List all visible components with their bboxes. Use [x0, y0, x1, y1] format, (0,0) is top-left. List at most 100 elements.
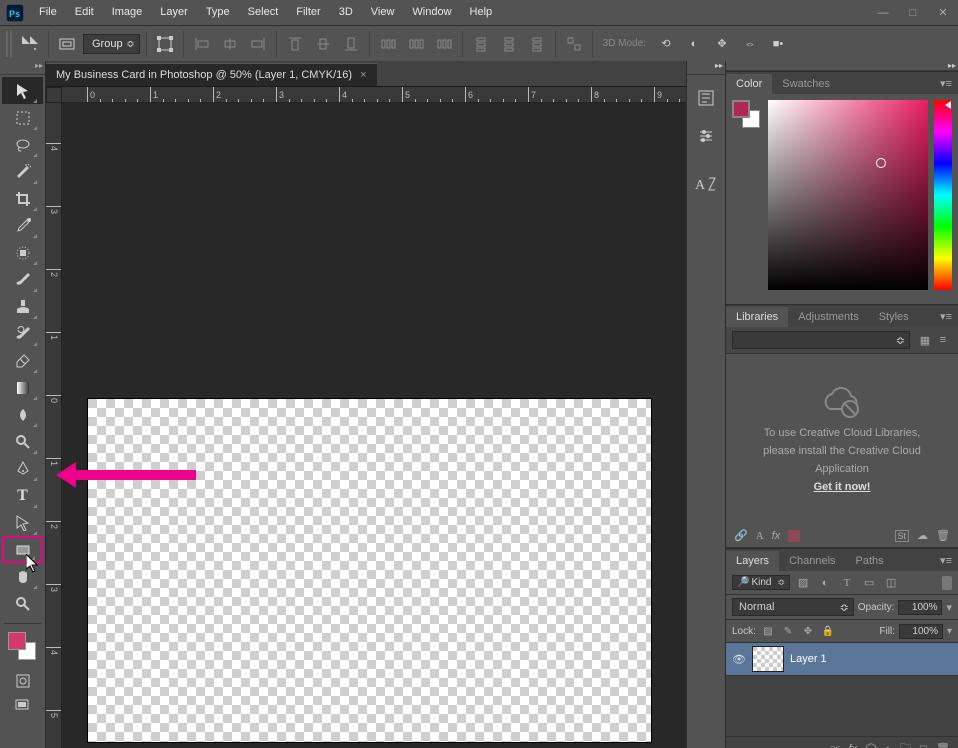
tab-close-icon[interactable]: ×: [360, 69, 366, 81]
filter-type-icon[interactable]: T: [838, 574, 856, 592]
filter-shape-icon[interactable]: ▭: [860, 574, 878, 592]
screen-mode-icon[interactable]: [0, 694, 45, 716]
lock-pixels-icon[interactable]: ✎: [780, 623, 796, 639]
minimize-button[interactable]: ―: [868, 2, 898, 24]
maximize-button[interactable]: □: [898, 2, 928, 24]
align-right-icon[interactable]: [246, 32, 270, 56]
lib-delete-icon[interactable]: 🗑: [936, 529, 950, 542]
ruler-vertical[interactable]: 4321012345: [46, 103, 62, 748]
dist-center-v-icon[interactable]: [497, 32, 521, 56]
libraries-dropdown[interactable]: [732, 331, 910, 349]
tool-preset-icon[interactable]: [18, 32, 42, 56]
color-tab[interactable]: Color: [726, 74, 772, 94]
color-swatches[interactable]: [0, 628, 45, 668]
menu-select[interactable]: Select: [239, 0, 288, 25]
blend-mode-dropdown[interactable]: Normal: [732, 598, 854, 616]
auto-select-dropdown[interactable]: Group: [83, 34, 140, 54]
3d-orbit-icon[interactable]: ⟲: [654, 32, 678, 56]
hand-tool[interactable]: [2, 563, 43, 590]
dist-top-icon[interactable]: [469, 32, 493, 56]
link-layers-icon[interactable]: ⫘: [830, 742, 840, 748]
spot-healing-tool[interactable]: [2, 239, 43, 266]
layer-thumbnail[interactable]: [752, 646, 784, 672]
history-brush-tool[interactable]: [2, 320, 43, 347]
fill-value[interactable]: 100%: [899, 624, 943, 639]
foreground-color-swatch[interactable]: [8, 632, 26, 650]
3d-pan-icon[interactable]: ✥: [710, 32, 734, 56]
lib-link-icon[interactable]: 🔗: [734, 529, 748, 542]
pen-tool[interactable]: [2, 455, 43, 482]
menu-layer[interactable]: Layer: [151, 0, 197, 25]
clone-stamp-tool[interactable]: [2, 293, 43, 320]
list-view-icon[interactable]: ≡: [934, 331, 952, 349]
grid-view-icon[interactable]: ▦: [916, 331, 934, 349]
opacity-value[interactable]: 100%: [898, 600, 942, 615]
libraries-tab[interactable]: Libraries: [726, 307, 788, 327]
hue-indicator[interactable]: [945, 101, 951, 109]
menu-3d[interactable]: 3D: [330, 0, 362, 25]
layers-panel-menu-icon[interactable]: ▾≡: [934, 550, 958, 571]
eyedropper-tool[interactable]: [2, 212, 43, 239]
history-panel-icon[interactable]: [691, 83, 721, 113]
channels-tab[interactable]: Channels: [779, 551, 845, 571]
menu-window[interactable]: Window: [403, 0, 460, 25]
menu-filter[interactable]: Filter: [287, 0, 329, 25]
align-top-icon[interactable]: [283, 32, 307, 56]
hue-slider[interactable]: [934, 100, 952, 290]
zoom-tool[interactable]: [2, 590, 43, 617]
canvas-viewport[interactable]: [62, 103, 686, 748]
menu-image[interactable]: Image: [103, 0, 152, 25]
swatches-tab[interactable]: Swatches: [772, 74, 840, 94]
options-grip[interactable]: [6, 31, 14, 57]
properties-panel-icon[interactable]: [691, 121, 721, 151]
dist-left-icon[interactable]: [376, 32, 400, 56]
lib-type-icon[interactable]: A: [756, 530, 764, 542]
layer-mask-icon[interactable]: ◯: [865, 742, 877, 748]
styles-tab[interactable]: Styles: [869, 307, 919, 327]
layer-name[interactable]: Layer 1: [790, 653, 827, 665]
paths-tab[interactable]: Paths: [846, 551, 894, 571]
crop-tool[interactable]: [2, 185, 43, 212]
align-center-h-icon[interactable]: [218, 32, 242, 56]
lib-cloud-icon[interactable]: ☁: [917, 529, 928, 542]
character-panel-icon[interactable]: A: [691, 169, 721, 199]
document-canvas[interactable]: [87, 398, 652, 743]
color-field[interactable]: [768, 100, 928, 290]
3d-zoom-icon[interactable]: ■•: [766, 32, 790, 56]
layer-row[interactable]: 👁 Layer 1: [726, 643, 958, 676]
lib-st-icon[interactable]: St: [895, 530, 910, 542]
tools-collapse-icon[interactable]: ▸▸: [35, 61, 43, 74]
dist-bottom-icon[interactable]: [525, 32, 549, 56]
document-tab[interactable]: My Business Card in Photoshop @ 50% (Lay…: [46, 63, 377, 86]
layer-filter-kind-dropdown[interactable]: 🔎Kind: [732, 575, 790, 590]
lib-fx-icon[interactable]: fx: [772, 530, 781, 542]
panels-collapse-icon[interactable]: ▸▸: [948, 61, 956, 70]
layer-group-icon[interactable]: 🗀: [900, 739, 911, 748]
quick-mask-icon[interactable]: [0, 670, 45, 692]
menu-edit[interactable]: Edit: [66, 0, 103, 25]
eraser-tool[interactable]: [2, 347, 43, 374]
color-picker-indicator[interactable]: [876, 158, 886, 168]
path-selection-tool[interactable]: [2, 509, 43, 536]
dodge-tool[interactable]: [2, 428, 43, 455]
layer-visibility-icon[interactable]: 👁: [732, 653, 746, 666]
marquee-tool[interactable]: [2, 104, 43, 131]
align-center-v-icon[interactable]: [311, 32, 335, 56]
layer-fx-icon[interactable]: fx: [848, 743, 857, 748]
menu-type[interactable]: Type: [197, 0, 239, 25]
move-tool[interactable]: [2, 77, 43, 104]
3d-slide-icon[interactable]: ⇔: [738, 32, 762, 56]
adjustments-tab[interactable]: Adjustments: [788, 307, 869, 327]
type-tool[interactable]: T: [2, 482, 43, 509]
mini-foreground-swatch[interactable]: [732, 100, 750, 118]
lasso-tool[interactable]: [2, 131, 43, 158]
ruler-origin[interactable]: [46, 87, 62, 103]
filter-toggle[interactable]: [942, 576, 952, 590]
delete-layer-icon[interactable]: 🗑: [936, 742, 950, 748]
opacity-dropdown-icon[interactable]: ▾: [946, 601, 952, 614]
menu-view[interactable]: View: [362, 0, 404, 25]
lock-transparent-icon[interactable]: ▨: [760, 623, 776, 639]
layers-empty-area[interactable]: [726, 676, 958, 736]
magic-wand-tool[interactable]: [2, 158, 43, 185]
filter-adjustment-icon[interactable]: ◐: [816, 574, 834, 592]
